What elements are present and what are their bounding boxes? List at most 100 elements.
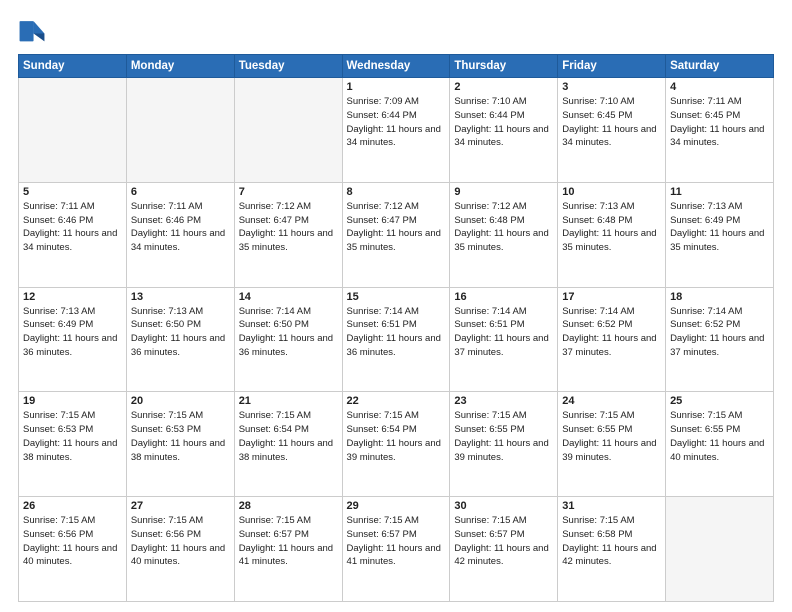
- day-number: 10: [562, 186, 661, 198]
- day-cell: 7 Sunrise: 7:12 AM Sunset: 6:47 PM Daylig…: [234, 182, 342, 287]
- weekday-header-sunday: Sunday: [19, 55, 127, 78]
- day-number: 14: [239, 291, 338, 303]
- day-number: 1: [347, 81, 446, 93]
- day-number: 21: [239, 395, 338, 407]
- day-cell: 16 Sunrise: 7:14 AM Sunset: 6:51 PM Dayli…: [450, 287, 558, 392]
- day-info: Sunrise: 7:15 AM Sunset: 6:57 PM Dayligh…: [239, 514, 338, 569]
- day-number: 16: [454, 291, 553, 303]
- day-number: 26: [23, 500, 122, 512]
- day-number: 20: [131, 395, 230, 407]
- day-cell: 10 Sunrise: 7:13 AM Sunset: 6:48 PM Dayli…: [558, 182, 666, 287]
- day-info: Sunrise: 7:15 AM Sunset: 6:53 PM Dayligh…: [23, 409, 122, 464]
- day-info: Sunrise: 7:13 AM Sunset: 6:48 PM Dayligh…: [562, 200, 661, 255]
- day-info: Sunrise: 7:12 AM Sunset: 6:48 PM Dayligh…: [454, 200, 553, 255]
- day-cell: [666, 497, 774, 602]
- day-cell: 29 Sunrise: 7:15 AM Sunset: 6:57 PM Dayli…: [342, 497, 450, 602]
- day-info: Sunrise: 7:15 AM Sunset: 6:58 PM Dayligh…: [562, 514, 661, 569]
- weekday-header-thursday: Thursday: [450, 55, 558, 78]
- day-cell: 24 Sunrise: 7:15 AM Sunset: 6:55 PM Dayli…: [558, 392, 666, 497]
- day-number: 8: [347, 186, 446, 198]
- week-row-1: 1 Sunrise: 7:09 AM Sunset: 6:44 PM Daylig…: [19, 78, 774, 183]
- day-number: 17: [562, 291, 661, 303]
- weekday-header-friday: Friday: [558, 55, 666, 78]
- day-info: Sunrise: 7:15 AM Sunset: 6:54 PM Dayligh…: [239, 409, 338, 464]
- day-cell: 27 Sunrise: 7:15 AM Sunset: 6:56 PM Dayli…: [126, 497, 234, 602]
- day-cell: 3 Sunrise: 7:10 AM Sunset: 6:45 PM Daylig…: [558, 78, 666, 183]
- day-info: Sunrise: 7:13 AM Sunset: 6:50 PM Dayligh…: [131, 305, 230, 360]
- day-cell: 23 Sunrise: 7:15 AM Sunset: 6:55 PM Dayli…: [450, 392, 558, 497]
- day-number: 18: [670, 291, 769, 303]
- day-info: Sunrise: 7:11 AM Sunset: 6:46 PM Dayligh…: [23, 200, 122, 255]
- day-cell: 4Sunrise: 7:11 AM Sunset: 6:45 PM Daylig…: [666, 78, 774, 183]
- day-cell: 22 Sunrise: 7:15 AM Sunset: 6:54 PM Dayli…: [342, 392, 450, 497]
- day-info: Sunrise: 7:15 AM Sunset: 6:55 PM Dayligh…: [454, 409, 553, 464]
- day-number: 24: [562, 395, 661, 407]
- day-info: Sunrise: 7:09 AM Sunset: 6:44 PM Dayligh…: [347, 95, 446, 150]
- day-info: Sunrise: 7:15 AM Sunset: 6:53 PM Dayligh…: [131, 409, 230, 464]
- day-info: Sunrise: 7:11 AM Sunset: 6:45 PM Dayligh…: [670, 95, 769, 150]
- day-info: Sunrise: 7:10 AM Sunset: 6:45 PM Dayligh…: [562, 95, 661, 150]
- day-cell: 5 Sunrise: 7:11 AM Sunset: 6:46 PM Daylig…: [19, 182, 127, 287]
- day-info: Sunrise: 7:14 AM Sunset: 6:51 PM Dayligh…: [347, 305, 446, 360]
- day-info: Sunrise: 7:14 AM Sunset: 6:52 PM Dayligh…: [562, 305, 661, 360]
- day-info: Sunrise: 7:11 AM Sunset: 6:46 PM Dayligh…: [131, 200, 230, 255]
- day-info: Sunrise: 7:13 AM Sunset: 6:49 PM Dayligh…: [670, 200, 769, 255]
- day-number: 11: [670, 186, 769, 198]
- week-row-3: 12 Sunrise: 7:13 AM Sunset: 6:49 PM Dayli…: [19, 287, 774, 392]
- day-info: Sunrise: 7:15 AM Sunset: 6:55 PM Dayligh…: [562, 409, 661, 464]
- logo: [18, 18, 50, 46]
- day-number: 12: [23, 291, 122, 303]
- day-cell: 9Sunrise: 7:12 AM Sunset: 6:48 PM Daylig…: [450, 182, 558, 287]
- day-number: 3: [562, 81, 661, 93]
- day-cell: 26 Sunrise: 7:15 AM Sunset: 6:56 PM Dayli…: [19, 497, 127, 602]
- day-info: Sunrise: 7:12 AM Sunset: 6:47 PM Dayligh…: [347, 200, 446, 255]
- day-cell: 11 Sunrise: 7:13 AM Sunset: 6:49 PM Dayli…: [666, 182, 774, 287]
- day-cell: 19 Sunrise: 7:15 AM Sunset: 6:53 PM Dayli…: [19, 392, 127, 497]
- day-info: Sunrise: 7:14 AM Sunset: 6:51 PM Dayligh…: [454, 305, 553, 360]
- logo-icon: [18, 18, 46, 46]
- day-number: 31: [562, 500, 661, 512]
- weekday-header-saturday: Saturday: [666, 55, 774, 78]
- day-cell: 15Sunrise: 7:14 AM Sunset: 6:51 PM Dayli…: [342, 287, 450, 392]
- day-cell: 28Sunrise: 7:15 AM Sunset: 6:57 PM Dayli…: [234, 497, 342, 602]
- day-cell: 31 Sunrise: 7:15 AM Sunset: 6:58 PM Dayli…: [558, 497, 666, 602]
- day-number: 19: [23, 395, 122, 407]
- day-cell: 20 Sunrise: 7:15 AM Sunset: 6:53 PM Dayli…: [126, 392, 234, 497]
- day-cell: 17 Sunrise: 7:14 AM Sunset: 6:52 PM Dayli…: [558, 287, 666, 392]
- day-cell: 13 Sunrise: 7:13 AM Sunset: 6:50 PM Dayli…: [126, 287, 234, 392]
- day-cell: 1 Sunrise: 7:09 AM Sunset: 6:44 PM Daylig…: [342, 78, 450, 183]
- weekday-header-wednesday: Wednesday: [342, 55, 450, 78]
- day-number: 6: [131, 186, 230, 198]
- day-info: Sunrise: 7:15 AM Sunset: 6:57 PM Dayligh…: [347, 514, 446, 569]
- day-cell: 30 Sunrise: 7:15 AM Sunset: 6:57 PM Dayli…: [450, 497, 558, 602]
- day-cell: 14 Sunrise: 7:14 AM Sunset: 6:50 PM Dayli…: [234, 287, 342, 392]
- day-number: 29: [347, 500, 446, 512]
- day-number: 5: [23, 186, 122, 198]
- day-number: 13: [131, 291, 230, 303]
- day-number: 23: [454, 395, 553, 407]
- day-info: Sunrise: 7:12 AM Sunset: 6:47 PM Dayligh…: [239, 200, 338, 255]
- day-number: 25: [670, 395, 769, 407]
- week-row-5: 26 Sunrise: 7:15 AM Sunset: 6:56 PM Dayli…: [19, 497, 774, 602]
- week-row-2: 5 Sunrise: 7:11 AM Sunset: 6:46 PM Daylig…: [19, 182, 774, 287]
- day-cell: [126, 78, 234, 183]
- weekday-header-monday: Monday: [126, 55, 234, 78]
- header: [18, 18, 774, 46]
- day-cell: 21 Sunrise: 7:15 AM Sunset: 6:54 PM Dayli…: [234, 392, 342, 497]
- day-number: 27: [131, 500, 230, 512]
- day-number: 7: [239, 186, 338, 198]
- day-cell: 6 Sunrise: 7:11 AM Sunset: 6:46 PM Daylig…: [126, 182, 234, 287]
- day-info: Sunrise: 7:15 AM Sunset: 6:56 PM Dayligh…: [131, 514, 230, 569]
- day-number: 30: [454, 500, 553, 512]
- day-cell: 8 Sunrise: 7:12 AM Sunset: 6:47 PM Daylig…: [342, 182, 450, 287]
- day-info: Sunrise: 7:14 AM Sunset: 6:50 PM Dayligh…: [239, 305, 338, 360]
- day-info: Sunrise: 7:15 AM Sunset: 6:57 PM Dayligh…: [454, 514, 553, 569]
- day-info: Sunrise: 7:13 AM Sunset: 6:49 PM Dayligh…: [23, 305, 122, 360]
- day-number: 22: [347, 395, 446, 407]
- day-cell: 18Sunrise: 7:14 AM Sunset: 6:52 PM Dayli…: [666, 287, 774, 392]
- day-info: Sunrise: 7:15 AM Sunset: 6:54 PM Dayligh…: [347, 409, 446, 464]
- day-cell: [19, 78, 127, 183]
- day-info: Sunrise: 7:15 AM Sunset: 6:56 PM Dayligh…: [23, 514, 122, 569]
- day-cell: 25Sunrise: 7:15 AM Sunset: 6:55 PM Dayli…: [666, 392, 774, 497]
- day-info: Sunrise: 7:10 AM Sunset: 6:44 PM Dayligh…: [454, 95, 553, 150]
